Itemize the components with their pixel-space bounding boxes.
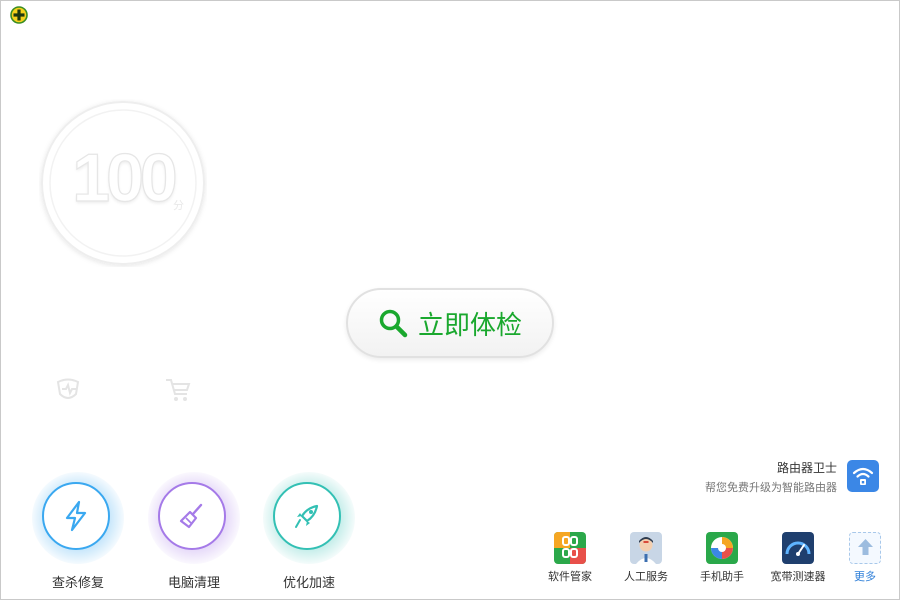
quick-link-more[interactable]: 更多 (830, 532, 899, 584)
speed-test-label: 宽带测速器 (770, 570, 826, 583)
360-plus-logo-icon[interactable] (10, 6, 28, 24)
app-window: 100 分 立即体检 路由器卫士 帮您免费升级为智能路由器 查杀修复 电脑清理 … (0, 0, 900, 600)
quick-link-speed-test[interactable]: 宽带测速器 (763, 532, 833, 584)
lightning-icon (65, 500, 87, 532)
software-manager-label: 软件管家 (548, 570, 592, 583)
quick-link-support[interactable]: 人工服务 (611, 532, 681, 584)
phone-assistant-label: 手机助手 (700, 570, 744, 583)
shield-icon[interactable] (53, 374, 83, 404)
broom-icon (179, 503, 203, 529)
rocket-icon (295, 504, 319, 528)
shopping-cart-icon[interactable] (163, 374, 193, 404)
virus-scan-tool[interactable]: 查杀修复 (30, 472, 126, 591)
pc-cleanup-label: 电脑清理 (167, 576, 220, 591)
support-label: 人工服务 (624, 570, 668, 583)
pc-cleanup-ring (148, 472, 240, 564)
speed-up-label: 优化加速 (282, 576, 335, 591)
router-guard-subtitle: 帮您免费升级为智能路由器 (705, 481, 837, 494)
quick-link-phone-assistant[interactable]: 手机助手 (687, 532, 757, 584)
search-icon (379, 309, 408, 338)
wifi-router-icon[interactable] (847, 460, 879, 492)
start-checkup-label: 立即体检 (417, 310, 522, 341)
more-label: 更多 (854, 570, 876, 583)
support-agent-icon (630, 532, 662, 564)
speed-up-ring (263, 472, 355, 564)
start-checkup-button[interactable]: 立即体检 (346, 288, 554, 358)
router-guard-promo[interactable]: 路由器卫士 帮您免费升级为智能路由器 (639, 459, 879, 495)
virus-scan-ring (32, 472, 124, 564)
more-upload-icon (849, 532, 881, 564)
speed-test-icon (782, 532, 814, 564)
phone-assistant-icon (706, 532, 738, 564)
health-score-ring: 100 分 (39, 99, 207, 267)
virus-scan-label: 查杀修复 (51, 576, 104, 591)
software-manager-icon (554, 532, 586, 564)
speed-up-tool[interactable]: 优化加速 (261, 472, 357, 591)
router-guard-title: 路由器卫士 (776, 461, 837, 475)
score-unit: 分 (173, 199, 184, 212)
pc-cleanup-tool[interactable]: 电脑清理 (146, 472, 242, 591)
quick-link-software-manager[interactable]: 软件管家 (535, 532, 605, 584)
